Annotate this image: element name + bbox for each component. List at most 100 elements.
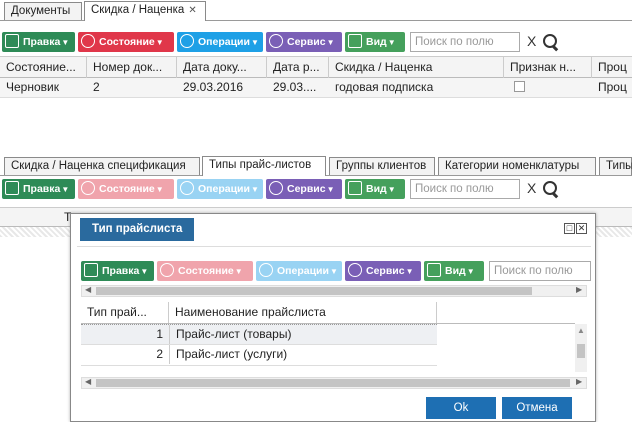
table-row[interactable]: 1 Прайс-лист (товары) <box>81 324 437 345</box>
grid-header: Состояние... Номер док... Дата доку... Д… <box>0 56 632 78</box>
status-label: Состояние <box>99 36 155 48</box>
operations-label: Операции <box>198 183 250 195</box>
maximize-icon[interactable]: □ <box>564 223 575 234</box>
chevron-down-icon: ▼ <box>405 267 414 276</box>
chevron-down-icon: ▼ <box>387 185 396 194</box>
tab-label: Типы <box>606 160 632 172</box>
column-header[interactable]: Номер док... <box>87 57 177 78</box>
tab-price-types[interactable]: Типы прайс-листов <box>202 156 326 176</box>
column-header[interactable]: Признак н... <box>504 57 592 78</box>
chevron-down-icon: ▼ <box>61 185 70 194</box>
status-menu-button: Состояние▼ <box>157 261 253 281</box>
chevron-down-icon: ▼ <box>466 267 475 276</box>
column-header[interactable]: Дата р... <box>267 57 329 78</box>
vertical-scrollbar[interactable]: ▲ <box>575 324 587 372</box>
cell-date2: 29.03.... <box>273 80 317 94</box>
clear-search-button[interactable]: X <box>527 180 536 196</box>
table-row[interactable]: Черновик 2 29.03.2016 29.03.... годовая … <box>0 78 632 98</box>
chevron-down-icon: ▼ <box>326 38 335 47</box>
column-header[interactable]: Скидка / Наценка <box>329 57 504 78</box>
scroll-up-icon[interactable]: ▲ <box>577 326 585 335</box>
scrollbar-thumb[interactable] <box>96 379 570 387</box>
tab-nomenclature-categories[interactable]: Категории номенклатуры <box>438 157 596 175</box>
divider <box>77 246 591 247</box>
operations-menu-button: Операции▼ <box>256 261 342 281</box>
status-icon <box>81 34 95 48</box>
column-header[interactable]: Тип прай... <box>81 302 169 323</box>
search-icon[interactable] <box>543 34 557 48</box>
edit-menu-button[interactable]: Правка▼ <box>2 179 75 199</box>
search-icon[interactable] <box>543 181 557 195</box>
dialog-title: Тип прайслиста <box>80 218 195 241</box>
view-label: Вид <box>445 265 466 277</box>
flag-checkbox[interactable] <box>514 81 525 92</box>
search-input[interactable]: Поиск по полю <box>410 32 520 52</box>
edit-menu-button[interactable]: Правка▼ <box>81 261 154 281</box>
scroll-left-icon[interactable]: ◀ <box>85 285 91 294</box>
tab-label: Группы клиентов <box>336 160 427 172</box>
cancel-button[interactable]: Отмена <box>502 397 572 419</box>
scrollbar-thumb[interactable] <box>96 287 532 295</box>
tab-specification[interactable]: Скидка / Наценка спецификация <box>4 157 200 175</box>
scroll-right-icon[interactable]: ▶ <box>576 377 582 386</box>
gear-icon <box>269 181 283 195</box>
search-input[interactable]: Поиск по полю <box>410 179 520 199</box>
view-menu-button[interactable]: Вид▼ <box>424 261 484 281</box>
horizontal-scrollbar[interactable]: ◀ ▶ <box>81 377 587 389</box>
cell-name: годовая подписка <box>335 80 434 94</box>
edit-label: Правка <box>102 265 140 277</box>
refresh-icon <box>180 34 194 48</box>
horizontal-scrollbar[interactable]: ◀ ▶ <box>81 285 587 297</box>
column-header[interactable]: Дата доку... <box>177 57 267 78</box>
service-menu-button[interactable]: Сервис▼ <box>266 179 342 199</box>
tab-types[interactable]: Типы <box>599 157 632 175</box>
chevron-down-icon: ▼ <box>140 267 149 276</box>
operations-menu-button: Операции▼ <box>177 179 263 199</box>
tab-label: Скидка / Наценка спецификация <box>11 160 186 172</box>
chevron-down-icon: ▼ <box>250 185 259 194</box>
chevron-down-icon: ▼ <box>155 185 164 194</box>
clear-search-button[interactable]: X <box>527 33 536 49</box>
view-menu-button[interactable]: Вид▼ <box>345 32 405 52</box>
service-menu-button[interactable]: Сервис▼ <box>345 261 421 281</box>
status-label: Состояние <box>99 183 155 195</box>
tab-discount[interactable]: Скидка / Наценка ✕ <box>84 1 206 21</box>
column-header[interactable]: Состояние... <box>0 57 87 78</box>
chevron-down-icon: ▼ <box>61 38 70 47</box>
column-header[interactable]: Наименование прайслиста <box>169 302 437 323</box>
view-menu-button[interactable]: Вид▼ <box>345 179 405 199</box>
main-toolbar: Правка▼ Состояние▼ Операции▼ Сервис▼ Вид… <box>0 31 632 54</box>
cell-name: Прайс-лист (услуги) <box>169 345 437 364</box>
edit-icon <box>5 181 19 195</box>
status-menu-button[interactable]: Состояние▼ <box>78 32 174 52</box>
edit-menu-button[interactable]: Правка▼ <box>2 32 75 52</box>
tab-label: Скидка / Наценка <box>91 4 185 16</box>
scrollbar-thumb[interactable] <box>577 344 585 358</box>
search-input[interactable]: Поиск по полю <box>489 261 591 281</box>
chevron-down-icon: ▼ <box>234 267 243 276</box>
scroll-right-icon[interactable]: ▶ <box>576 285 582 294</box>
close-icon[interactable]: ✕ <box>576 223 587 234</box>
tab-client-groups[interactable]: Группы клиентов <box>329 157 435 175</box>
view-label: Вид <box>366 36 387 48</box>
gear-icon <box>269 34 283 48</box>
tab-label: Документы <box>11 5 71 17</box>
gear-icon <box>348 263 362 277</box>
close-icon[interactable]: ✕ <box>188 5 196 16</box>
operations-menu-button[interactable]: Операции▼ <box>177 32 263 52</box>
cell-id: 1 <box>156 327 163 341</box>
scroll-left-icon[interactable]: ◀ <box>85 377 91 386</box>
chevron-down-icon: ▼ <box>387 38 396 47</box>
dialog-grid-header: Тип прай... Наименование прайслиста <box>81 302 575 324</box>
edit-label: Правка <box>23 36 61 48</box>
chevron-down-icon: ▼ <box>155 38 164 47</box>
status-label: Состояние <box>178 265 234 277</box>
column-header[interactable]: Проц <box>592 57 632 78</box>
service-menu-button[interactable]: Сервис▼ <box>266 32 342 52</box>
view-label: Вид <box>366 183 387 195</box>
tab-documents[interactable]: Документы <box>4 2 82 20</box>
chevron-down-icon: ▼ <box>329 267 338 276</box>
chevron-down-icon: ▼ <box>326 185 335 194</box>
ok-button[interactable]: Ok <box>426 397 496 419</box>
table-row[interactable]: 2 Прайс-лист (услуги) <box>81 345 437 366</box>
